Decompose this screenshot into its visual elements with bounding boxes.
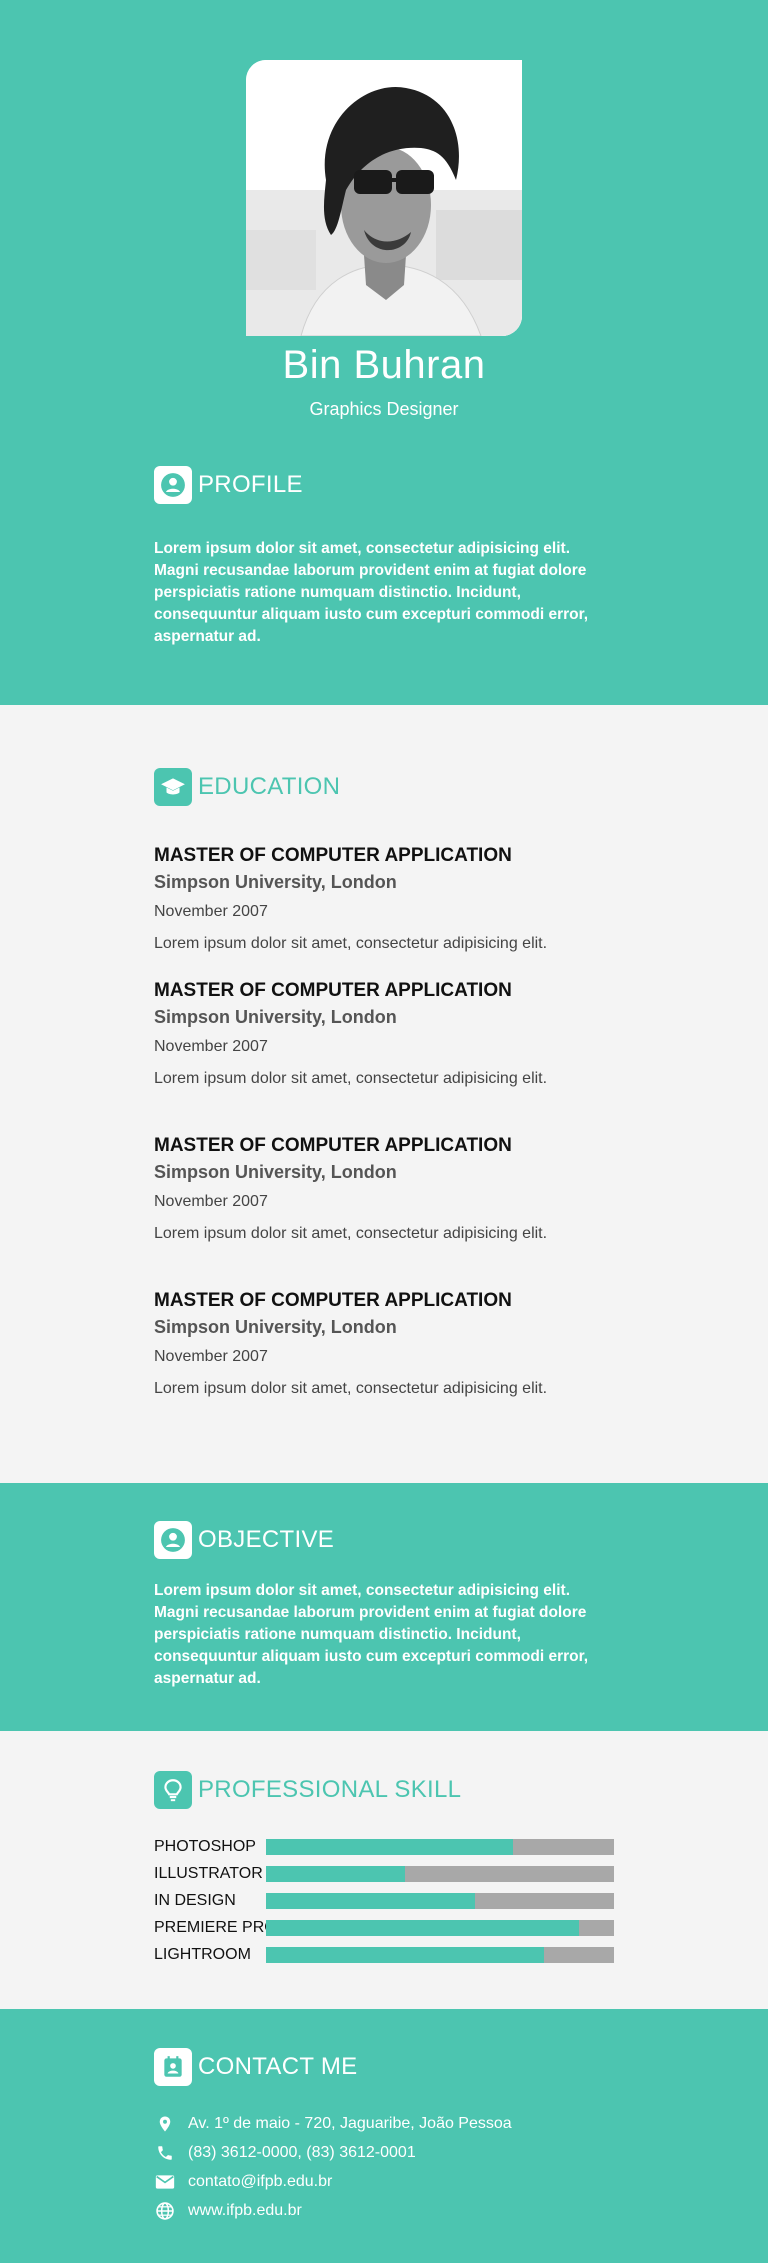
skill-bar xyxy=(266,1865,614,1882)
contact-section: CONTACT ME Av. 1º de maio - 720, Jaguari… xyxy=(0,2009,768,2263)
education-degree: MASTER OF COMPUTER APPLICATION xyxy=(154,845,512,866)
account-box-icon xyxy=(154,1521,192,1559)
contact-title: CONTACT ME xyxy=(198,2053,358,2080)
mail-icon xyxy=(154,2171,176,2193)
education-degree: MASTER OF COMPUTER APPLICATION xyxy=(154,980,512,1001)
skill-label: IN DESIGN xyxy=(154,1891,236,1909)
skill-label: LIGHTROOM xyxy=(154,1945,251,1963)
phone-icon xyxy=(154,2142,176,2164)
skill-bar-fill xyxy=(266,1838,514,1855)
education-school: Simpson University, London xyxy=(154,1317,397,1337)
contact-phone[interactable]: (83) 3612-0000, (83) 3612-0001 xyxy=(154,2138,512,2167)
contact-phone-text: (83) 3612-0000, (83) 3612-0001 xyxy=(188,2143,416,2161)
education-school: Simpson University, London xyxy=(154,1162,397,1182)
education-degree: MASTER OF COMPUTER APPLICATION xyxy=(154,1135,512,1156)
education-description: Lorem ipsum dolor sit amet, consectetur … xyxy=(154,1225,548,1242)
contact-heading: CONTACT ME xyxy=(154,2048,357,2086)
skills-heading: PROFESSIONAL SKILL xyxy=(154,1771,461,1809)
lightbulb-icon xyxy=(154,1771,192,1809)
objective-section: OBJECTIVE Lorem ipsum dolor sit amet, co… xyxy=(0,1483,768,1731)
globe-icon xyxy=(154,2200,176,2222)
skill-row: IN DESIGN xyxy=(154,1887,614,1914)
profile-text: Lorem ipsum dolor sit amet, consectetur … xyxy=(154,540,589,645)
education-heading: EDUCATION xyxy=(154,768,340,806)
education-title: EDUCATION xyxy=(198,773,341,800)
skills-list: PHOTOSHOP ILLUSTRATOR IN DESIGN PREMIERE… xyxy=(154,1833,614,1968)
skills-title: PROFESSIONAL SKILL xyxy=(198,1776,462,1803)
education-date: November 2007 xyxy=(154,903,268,920)
education-school: Simpson University, London xyxy=(154,1007,397,1027)
education-degree: MASTER OF COMPUTER APPLICATION xyxy=(154,1290,512,1311)
contact-email-text: contato@ifpb.edu.br xyxy=(188,2172,333,2190)
skill-label: PREMIERE PRO xyxy=(154,1918,277,1936)
education-section: EDUCATION MASTER OF COMPUTER APPLICATION… xyxy=(0,705,768,1483)
skill-label: PHOTOSHOP xyxy=(154,1837,256,1855)
education-item: MASTER OF COMPUTER APPLICATION Simpson U… xyxy=(154,1288,634,1400)
skill-row: PREMIERE PRO xyxy=(154,1914,614,1941)
contact-email[interactable]: contato@ifpb.edu.br xyxy=(154,2167,512,2196)
education-date: November 2007 xyxy=(154,1038,268,1055)
contact-website-text: www.ifpb.edu.br xyxy=(188,2201,302,2219)
location-pin-icon xyxy=(154,2113,176,2135)
contact-card-icon xyxy=(154,2048,192,2086)
education-item: MASTER OF COMPUTER APPLICATION Simpson U… xyxy=(154,1133,634,1245)
education-description: Lorem ipsum dolor sit amet, consectetur … xyxy=(154,1380,548,1397)
profile-header-section: Bin Buhran Graphics Designer PROFILE Lor… xyxy=(0,0,768,705)
skill-bar xyxy=(266,1919,614,1936)
skill-bar-fill xyxy=(266,1946,545,1963)
education-date: November 2007 xyxy=(154,1193,268,1210)
skill-row: LIGHTROOM xyxy=(154,1941,614,1968)
objective-title: OBJECTIVE xyxy=(198,1526,335,1553)
profile-photo-image xyxy=(246,60,522,336)
contact-list: Av. 1º de maio - 720, Jaguaribe, João Pe… xyxy=(154,2109,512,2225)
education-item: MASTER OF COMPUTER APPLICATION Simpson U… xyxy=(154,978,634,1090)
contact-address: Av. 1º de maio - 720, Jaguaribe, João Pe… xyxy=(154,2109,512,2138)
education-description: Lorem ipsum dolor sit amet, consectetur … xyxy=(154,1070,548,1087)
person-name: Bin Buhran xyxy=(282,343,486,387)
skills-section: PROFESSIONAL SKILL PHOTOSHOP ILLUSTRATOR… xyxy=(0,1731,768,2009)
skill-row: ILLUSTRATOR xyxy=(154,1860,614,1887)
education-school: Simpson University, London xyxy=(154,872,397,892)
skill-bar-fill xyxy=(266,1892,475,1909)
skill-bar xyxy=(266,1892,614,1909)
profile-heading: PROFILE xyxy=(154,466,303,504)
person-title: Graphics Designer xyxy=(309,399,459,419)
education-date: November 2007 xyxy=(154,1348,268,1365)
contact-address-text: Av. 1º de maio - 720, Jaguaribe, João Pe… xyxy=(188,2114,512,2132)
account-box-icon xyxy=(154,466,192,504)
skill-bar-fill xyxy=(266,1919,580,1936)
objective-text: Lorem ipsum dolor sit amet, consectetur … xyxy=(154,1582,589,1687)
skill-bar xyxy=(266,1946,614,1963)
profile-title: PROFILE xyxy=(198,471,303,498)
graduation-cap-icon xyxy=(154,768,192,806)
objective-heading: OBJECTIVE xyxy=(154,1521,334,1559)
skill-bar xyxy=(266,1838,614,1855)
skill-bar-fill xyxy=(266,1865,406,1882)
skill-label: ILLUSTRATOR xyxy=(154,1864,263,1882)
contact-website[interactable]: www.ifpb.edu.br xyxy=(154,2196,512,2225)
profile-photo xyxy=(246,60,522,336)
skill-row: PHOTOSHOP xyxy=(154,1833,614,1860)
education-description: Lorem ipsum dolor sit amet, consectetur … xyxy=(154,935,548,952)
education-item: MASTER OF COMPUTER APPLICATION Simpson U… xyxy=(154,843,634,955)
